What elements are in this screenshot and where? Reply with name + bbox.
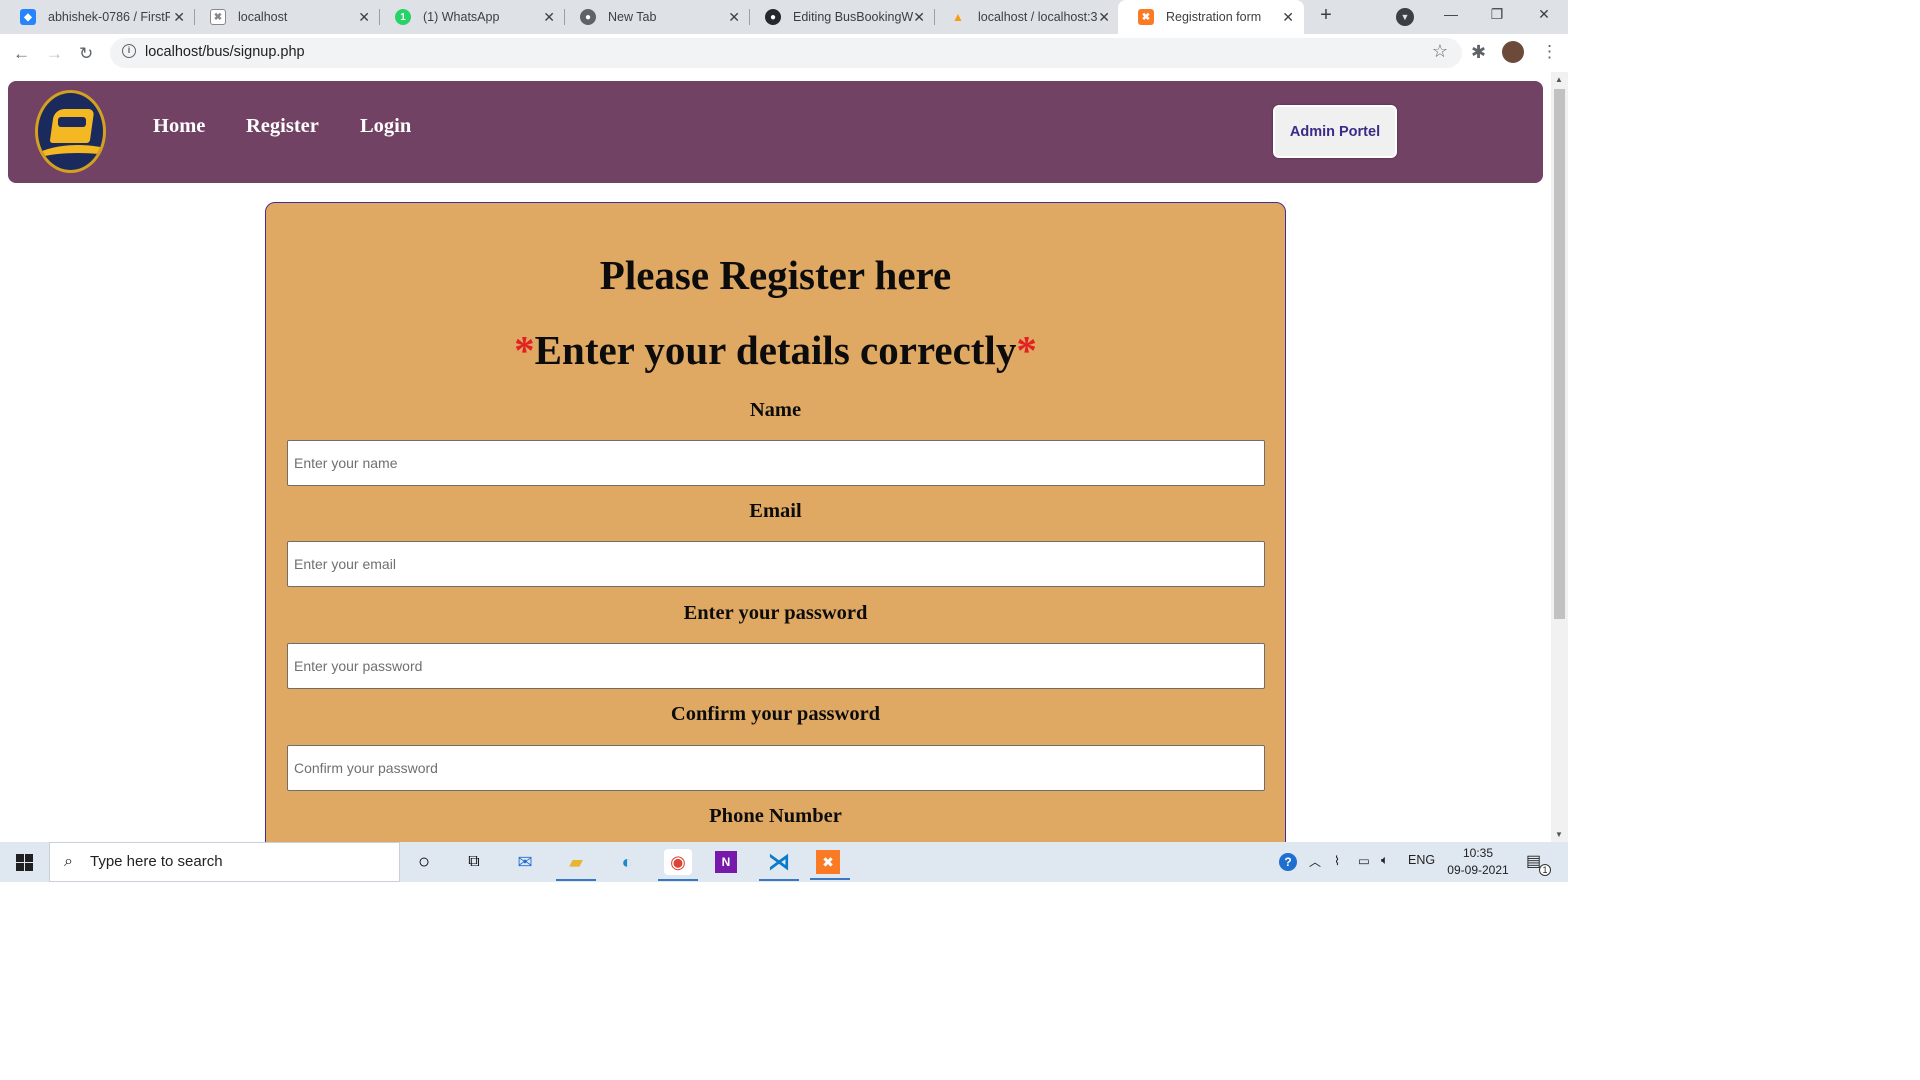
scroll-up-icon[interactable]: ▲	[1555, 75, 1563, 84]
vscode-icon[interactable]: ⋊	[759, 849, 799, 881]
chrome-icon[interactable]: ◉	[658, 849, 698, 881]
chrome-icon: ●	[580, 9, 596, 25]
clock-time: 10:35	[1462, 846, 1494, 860]
xampp-icon[interactable]: ✖	[810, 850, 850, 880]
scroll-down-icon[interactable]: ▼	[1555, 830, 1563, 839]
road-shape	[38, 145, 103, 170]
required-asterisk: *	[1016, 327, 1037, 373]
close-icon[interactable]: ✕	[358, 9, 370, 26]
scrollbar-thumb[interactable]	[1554, 89, 1565, 619]
edge-icon[interactable]: ◐	[613, 849, 641, 875]
form-subtitle: *Enter your details correctly*	[266, 326, 1285, 374]
tab-title: localhost	[238, 10, 288, 24]
address-bar[interactable]: i localhost/bus/signup.php ☆	[110, 38, 1462, 68]
bus-window-shape	[58, 117, 86, 127]
tab-whatsapp[interactable]: 1 (1) WhatsApp ✕	[375, 0, 565, 34]
battery-icon[interactable]: ▭	[1358, 853, 1370, 868]
tab-registration-form[interactable]: ✖ Registration form ✕	[1118, 0, 1304, 34]
url-text[interactable]: localhost/bus/signup.php	[145, 44, 305, 60]
phpmyadmin-icon: ▲	[952, 10, 964, 24]
cortana-icon[interactable]: ○	[410, 849, 438, 875]
close-icon[interactable]: ✕	[1098, 9, 1110, 26]
file-explorer-icon[interactable]: ▰	[556, 849, 596, 881]
extensions-icon[interactable]: ✱	[1471, 42, 1486, 63]
tab-new-tab[interactable]: ● New Tab ✕	[560, 0, 750, 34]
page-title: Please Register here	[599, 252, 952, 298]
form-subtitle-text: Enter your details correctly	[534, 327, 1017, 373]
close-icon[interactable]: ✕	[543, 9, 555, 26]
help-icon[interactable]: ?	[1279, 853, 1297, 871]
github-icon: ●	[765, 9, 781, 25]
password-field[interactable]	[287, 643, 1265, 689]
reload-icon[interactable]: ↻	[79, 44, 93, 64]
email-label: Email	[749, 500, 802, 522]
tab-title: Registration form	[1166, 10, 1262, 24]
menu-kebab-icon[interactable]: ⋮	[1541, 42, 1558, 62]
mail-icon[interactable]: ✉	[511, 849, 539, 875]
nav-home-link[interactable]: Home	[153, 115, 205, 138]
password-label: Enter your password	[683, 602, 868, 624]
page-viewport: Home Register Login Admin Portel Please …	[0, 72, 1568, 842]
tab-title: New Tab	[608, 10, 657, 24]
new-tab-button[interactable]: +	[1316, 4, 1336, 27]
profile-avatar[interactable]	[1502, 41, 1524, 63]
windows-start-icon[interactable]	[16, 854, 33, 871]
tab-strip: ◆ abhishek-0786 / FirstR ✕ ✖ localhost ✕…	[0, 0, 1568, 34]
close-icon[interactable]: ✕	[728, 9, 740, 26]
tab-github[interactable]: ● Editing BusBookingW ✕	[745, 0, 935, 34]
bus-logo[interactable]	[35, 90, 106, 173]
nav-login-link[interactable]: Login	[360, 115, 411, 138]
xampp-icon: ✖	[1138, 9, 1154, 25]
info-icon[interactable]: i	[122, 44, 136, 58]
taskbar-clock[interactable]: 10:35 09-09-2021	[1443, 845, 1513, 879]
clock-date: 09-09-2021	[1447, 863, 1509, 877]
back-icon[interactable]: ←	[13, 44, 30, 64]
tab-title: (1) WhatsApp	[423, 10, 500, 24]
nav-register-link[interactable]: Register	[246, 115, 319, 138]
bookmark-star-icon[interactable]: ☆	[1432, 41, 1448, 62]
chevron-up-icon[interactable]: ︿	[1309, 853, 1321, 870]
close-icon[interactable]: ✕	[913, 9, 925, 26]
windows-taskbar: ⌕ Type here to search ○ ⧉ ✉ ▰ ◐ ◉ N ⋊ ✖ …	[0, 842, 1568, 882]
email-field[interactable]	[287, 541, 1265, 587]
taskbar-search-placeholder[interactable]: Type here to search	[90, 853, 223, 870]
volume-icon[interactable]: 🔈︎	[1381, 853, 1389, 868]
language-indicator[interactable]: ENG	[1408, 853, 1435, 867]
search-icon: ⌕	[64, 853, 73, 870]
tab-phpmyadmin[interactable]: ▲ localhost / localhost:3 ✕	[930, 0, 1120, 34]
window-close-icon[interactable]: ✕	[1534, 6, 1554, 23]
minimize-icon[interactable]: —	[1441, 6, 1461, 22]
registration-form: Please Register here *Enter your details…	[265, 202, 1286, 842]
wifi-icon[interactable]: ⌇	[1334, 853, 1340, 868]
forward-icon[interactable]: →	[46, 44, 63, 64]
browser-toolbar: ← → ↻ i localhost/bus/signup.php ☆ ✱ ⋮	[0, 34, 1568, 72]
close-icon[interactable]: ✕	[1282, 9, 1294, 26]
confirm-password-field[interactable]	[287, 745, 1265, 791]
restore-icon[interactable]: ❐	[1487, 6, 1507, 23]
close-icon[interactable]: ✕	[173, 9, 185, 26]
name-field[interactable]	[287, 440, 1265, 486]
name-label: Name	[749, 399, 802, 421]
notification-count-badge: 1	[1539, 864, 1551, 876]
required-asterisk: *	[514, 327, 535, 373]
tab-search-icon[interactable]: ▼	[1396, 8, 1414, 26]
tab-bitbucket[interactable]: ◆ abhishek-0786 / FirstR ✕	[0, 0, 195, 34]
onenote-icon[interactable]: N	[715, 851, 737, 873]
phone-label: Phone Number	[709, 805, 842, 827]
browser-chrome: ◆ abhishek-0786 / FirstR ✕ ✖ localhost ✕…	[0, 0, 1568, 72]
task-view-icon[interactable]: ⧉	[460, 849, 488, 875]
bitbucket-icon: ◆	[20, 9, 36, 25]
whatsapp-icon: 1	[395, 9, 411, 25]
taskbar-search-box[interactable]: ⌕ Type here to search	[49, 842, 400, 882]
tab-title: abhishek-0786 / FirstR	[48, 10, 170, 24]
confirm-password-label: Confirm your password	[670, 703, 881, 725]
tab-title: Editing BusBookingW	[793, 10, 914, 24]
tab-title: localhost / localhost:3	[978, 10, 1098, 24]
site-navbar: Home Register Login Admin Portel	[8, 81, 1543, 183]
tab-localhost[interactable]: ✖ localhost ✕	[190, 0, 380, 34]
xampp-icon: ✖	[210, 9, 226, 25]
page-scrollbar[interactable]: ▲ ▼	[1551, 72, 1568, 842]
admin-portal-button[interactable]: Admin Portel	[1273, 105, 1397, 158]
